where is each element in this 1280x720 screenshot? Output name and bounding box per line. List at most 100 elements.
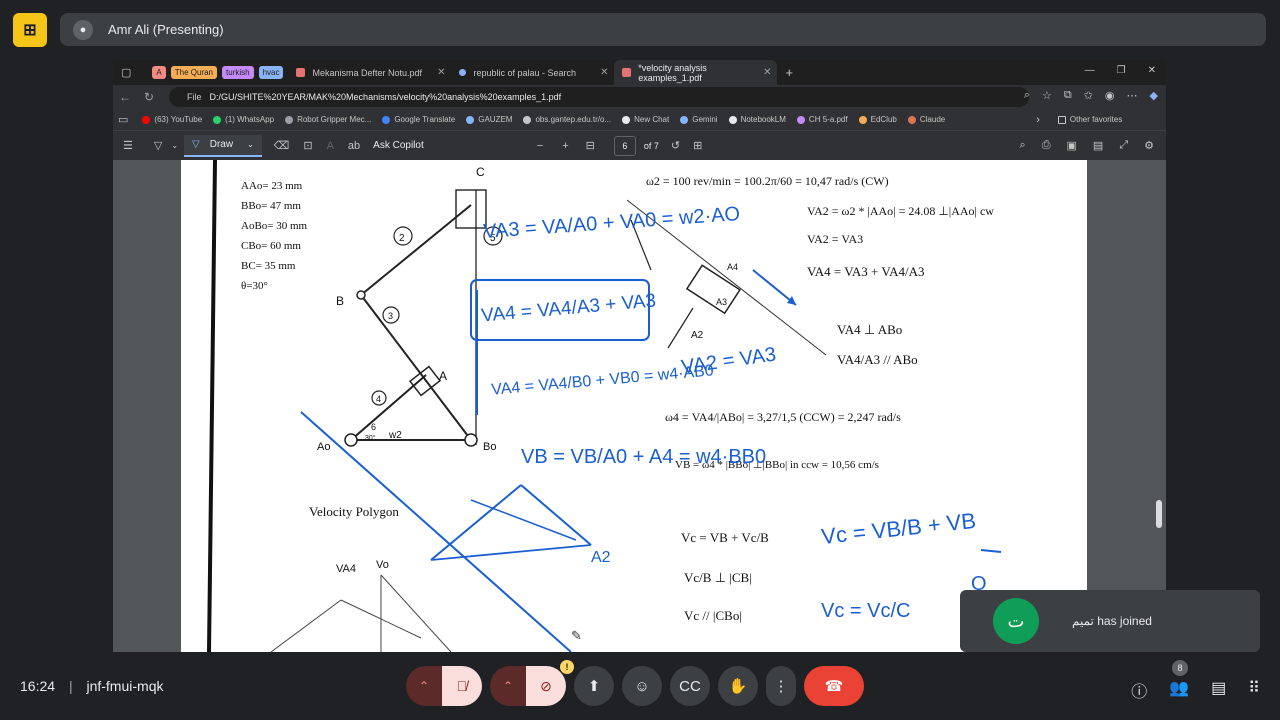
tab-search[interactable]: republic of palau - Search ✕ xyxy=(451,60,614,85)
other-favorites[interactable]: Other favorites xyxy=(1057,115,1122,124)
equation-va2-va3: VA2 = VA3 xyxy=(807,232,864,246)
pdf-page[interactable]: O C B A Ao Bo A4 A3 A2 VA4 Vo A2 2 3 4 5… xyxy=(181,160,1087,652)
tab-velocity-pdf[interactable]: *velocity analysis examples_1.pdf ✕ xyxy=(614,60,778,85)
fit-page-icon[interactable]: ⊟ xyxy=(586,139,595,152)
bookmark-youtube[interactable]: (63) YouTube xyxy=(142,115,202,124)
zoom-icon[interactable]: ⌕ xyxy=(1024,89,1030,102)
fullscreen-icon[interactable]: ⤢ xyxy=(1119,139,1128,152)
page-number-input[interactable]: 6 xyxy=(613,135,636,156)
bookmark-ch5[interactable]: CH 5-a.pdf xyxy=(796,115,848,124)
star-icon[interactable]: ☆ xyxy=(1042,89,1052,102)
svg-text:A3: A3 xyxy=(716,297,727,307)
chevron-right-icon[interactable]: › xyxy=(1036,114,1040,126)
tab-group-quran[interactable]: The Quran xyxy=(170,66,217,79)
print-icon[interactable]: ⎙ xyxy=(1042,139,1051,152)
settings-icon[interactable]: ⚙ xyxy=(1144,139,1154,152)
text-box-icon[interactable]: ⊡ xyxy=(303,139,312,152)
svg-text:A2: A2 xyxy=(691,330,704,341)
svg-text:Ao: Ao xyxy=(317,441,330,453)
mic-options-chevron-icon[interactable]: ⌃ xyxy=(406,666,442,706)
zoom-in-icon[interactable]: + xyxy=(562,140,568,152)
bookmark-obs[interactable]: obs.gantep.edu.tr/o... xyxy=(523,115,611,124)
copilot-icon[interactable]: ◆ xyxy=(1150,89,1158,102)
favorites-icon[interactable]: ✩ xyxy=(1084,89,1093,102)
people-icon[interactable]: 👥 xyxy=(1169,678,1189,702)
svg-text:B: B xyxy=(336,294,344,308)
menu-icon[interactable]: ⋯ xyxy=(1127,89,1138,102)
search-icon[interactable]: ⌕ xyxy=(1020,139,1026,152)
activities-icon[interactable]: ⠿ xyxy=(1248,678,1260,702)
translate-icon[interactable]: ab xyxy=(348,140,360,152)
bookmark-claude[interactable]: Claude xyxy=(907,115,945,124)
equation-va4: VA4 = VA3 + VA4/A3 xyxy=(807,264,925,279)
pen-cursor-icon: ✎ xyxy=(571,628,582,643)
address-bar-row: ← ↻ File D:/GU/SHITE%20YEAR/MAK%20Mechan… xyxy=(113,85,1166,109)
close-tab-icon[interactable]: ✕ xyxy=(763,67,771,78)
save-icon[interactable]: ▣ xyxy=(1067,139,1077,152)
svg-text:A4: A4 xyxy=(727,262,738,272)
minimize-icon[interactable]: — xyxy=(1085,65,1095,76)
tab-group-a[interactable]: A xyxy=(152,66,166,79)
draw-button[interactable]: ▽ Draw ⌄ xyxy=(184,134,262,157)
extensions-icon[interactable]: ⧉ xyxy=(1064,89,1072,102)
save-as-icon[interactable]: ▤ xyxy=(1093,139,1103,152)
close-window-icon[interactable]: ✕ xyxy=(1148,65,1156,76)
svg-text:C: C xyxy=(476,165,485,179)
presenter-banner[interactable]: ● Amr Ali (Presenting) xyxy=(60,13,1266,46)
page-view-icon[interactable]: ⊞ xyxy=(693,139,702,152)
pdf-scrollbar[interactable] xyxy=(1156,500,1162,528)
present-screen-button[interactable]: ⬆ xyxy=(574,666,614,706)
mic-off-icon[interactable]: 🎙̸ xyxy=(442,666,482,706)
chevron-down-icon[interactable]: ⌄ xyxy=(171,141,178,150)
shared-screen: ▢ A The Quran turkish hvac Mekanisma Def… xyxy=(113,60,1166,652)
address-actions: ⌕ ☆ ⧉ ✩ ◉ ⋯ ◆ xyxy=(1024,89,1158,102)
restore-icon[interactable]: ❐ xyxy=(1117,65,1126,76)
given-line: AoBo= 30 mm xyxy=(241,220,308,232)
participant-avatar: ت xyxy=(993,598,1039,644)
chat-icon[interactable]: ▤ xyxy=(1211,678,1226,702)
camera-options-chevron-icon[interactable]: ⌃ xyxy=(490,666,526,706)
address-bar[interactable]: File D:/GU/SHITE%20YEAR/MAK%20Mechanisms… xyxy=(169,87,1029,107)
profile-icon[interactable]: ◉ xyxy=(1105,89,1115,102)
camera-off-icon[interactable]: ⊘ xyxy=(526,666,566,706)
svg-text:Bo: Bo xyxy=(483,441,496,453)
tab-group-turkish[interactable]: turkish xyxy=(222,66,254,79)
bookmark-robot-gripper[interactable]: Robot Gripper Mec... xyxy=(285,115,371,124)
bookmark-new-chat[interactable]: New Chat xyxy=(622,115,669,124)
bookmark-whatsapp[interactable]: (1) WhatsApp xyxy=(213,115,274,124)
bookmark-edclub[interactable]: EdClub xyxy=(858,115,897,124)
tab-group-hvac[interactable]: hvac xyxy=(258,66,284,79)
close-tab-icon[interactable]: ✕ xyxy=(437,67,445,78)
close-tab-icon[interactable]: ✕ xyxy=(600,67,608,78)
captions-button[interactable]: CC xyxy=(670,666,710,706)
draw-label: Draw xyxy=(209,139,234,150)
highlight-icon[interactable]: ▽ xyxy=(154,139,162,152)
zoom-out-icon[interactable]: − xyxy=(537,140,543,152)
bookmark-notebooklm[interactable]: NotebookLM xyxy=(728,115,786,124)
joined-participant-name: تميم xyxy=(1072,614,1094,628)
rotate-icon[interactable]: ↺ xyxy=(671,139,680,152)
reload-icon[interactable]: ↻ xyxy=(137,90,161,104)
bookmark-gemini[interactable]: Gemini xyxy=(680,115,718,124)
info-icon[interactable]: ⓘ xyxy=(1131,678,1147,702)
more-options-button[interactable]: ⋮ xyxy=(766,666,796,706)
tab-mekanisma[interactable]: Mekanisma Defter Notu.pdf ✕ xyxy=(288,60,451,85)
ask-copilot-button[interactable]: Ask Copilot xyxy=(373,140,424,151)
emoji-button[interactable]: ☺ xyxy=(622,666,662,706)
handwritten-notes: O C B A Ao Bo A4 A3 A2 VA4 Vo A2 2 3 4 5… xyxy=(207,160,1002,652)
bookmark-gauzem[interactable]: GAUZEM xyxy=(466,115,512,124)
back-icon[interactable]: ← xyxy=(113,90,137,104)
raise-hand-button[interactable]: ✋ xyxy=(718,666,758,706)
new-tab-icon[interactable]: + xyxy=(785,65,793,80)
bookmark-tabs-icon[interactable]: ▭ xyxy=(118,113,128,126)
leave-call-button[interactable]: ☎ xyxy=(804,666,864,706)
svg-text:VA4: VA4 xyxy=(336,563,356,575)
bookmarks-bar: ▭ (63) YouTube (1) WhatsApp Robot Grippe… xyxy=(113,109,1166,130)
equation-perp: VA4 ⊥ ABo xyxy=(837,322,903,337)
read-aloud-icon[interactable]: A xyxy=(327,140,334,152)
contents-icon[interactable]: ☰ xyxy=(123,139,133,152)
bookmark-translate[interactable]: Google Translate xyxy=(382,115,455,124)
tab-actions-icon[interactable]: ▢ xyxy=(121,66,131,79)
eraser-icon[interactable]: ⌫ xyxy=(274,139,290,152)
velocity-polygon-label: Velocity Polygon xyxy=(309,504,399,519)
